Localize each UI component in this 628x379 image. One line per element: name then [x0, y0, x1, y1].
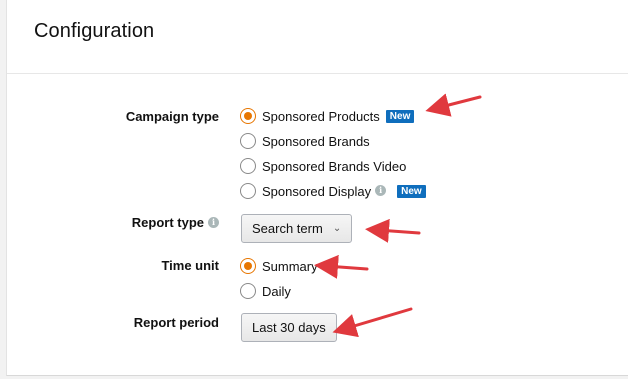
radio-sponsored-display[interactable]	[240, 183, 256, 199]
info-icon[interactable]: i	[375, 184, 387, 196]
time-unit-label-text: Time unit	[161, 258, 219, 273]
panel-title: Configuration	[34, 20, 155, 42]
chevron-down-icon: ⌄	[332, 223, 342, 234]
report-type-value: Search term	[252, 221, 323, 236]
radio-label: Daily	[262, 283, 291, 299]
radio-label: Sponsored Brands Video	[262, 158, 407, 174]
report-type-label: Report type i	[19, 215, 219, 230]
campaign-type-label-text: Campaign type	[125, 109, 219, 124]
campaign-type-label: Campaign type	[19, 109, 219, 124]
time-unit-option-summary[interactable]: Summary	[240, 256, 318, 276]
time-unit-label: Time unit	[19, 258, 219, 273]
campaign-type-option-sponsored-brands[interactable]: Sponsored Brands	[240, 131, 370, 151]
new-badge: New	[397, 184, 426, 198]
radio-sponsored-brands-video[interactable]	[240, 158, 256, 174]
radio-label: Sponsored Brands	[262, 133, 370, 149]
time-unit-option-daily[interactable]: Daily	[240, 281, 291, 301]
radio-summary[interactable]	[240, 258, 256, 274]
report-type-dropdown[interactable]: Search term ⌄	[241, 214, 353, 243]
report-period-label: Report period	[19, 315, 219, 330]
radio-label: Sponsored Display	[262, 183, 372, 199]
panel-header: Configuration	[7, 0, 628, 74]
campaign-type-option-sponsored-products[interactable]: Sponsored Products New	[240, 106, 415, 126]
new-badge: New	[385, 109, 415, 123]
radio-label: Sponsored Products	[262, 108, 380, 124]
radio-daily[interactable]	[240, 283, 256, 299]
report-period-dropdown[interactable]: Last 30 days	[241, 313, 337, 342]
report-period-label-text: Report period	[133, 315, 219, 330]
info-icon[interactable]: i	[208, 217, 219, 229]
radio-label: Summary	[262, 258, 318, 274]
radio-sponsored-products[interactable]	[240, 108, 256, 124]
report-period-value: Last 30 days	[252, 320, 326, 335]
radio-sponsored-brands[interactable]	[240, 133, 256, 149]
campaign-type-option-sponsored-brands-video[interactable]: Sponsored Brands Video	[240, 156, 406, 176]
report-type-label-text: Report type	[131, 215, 204, 230]
campaign-type-option-sponsored-display[interactable]: Sponsored Display i New	[240, 181, 426, 201]
